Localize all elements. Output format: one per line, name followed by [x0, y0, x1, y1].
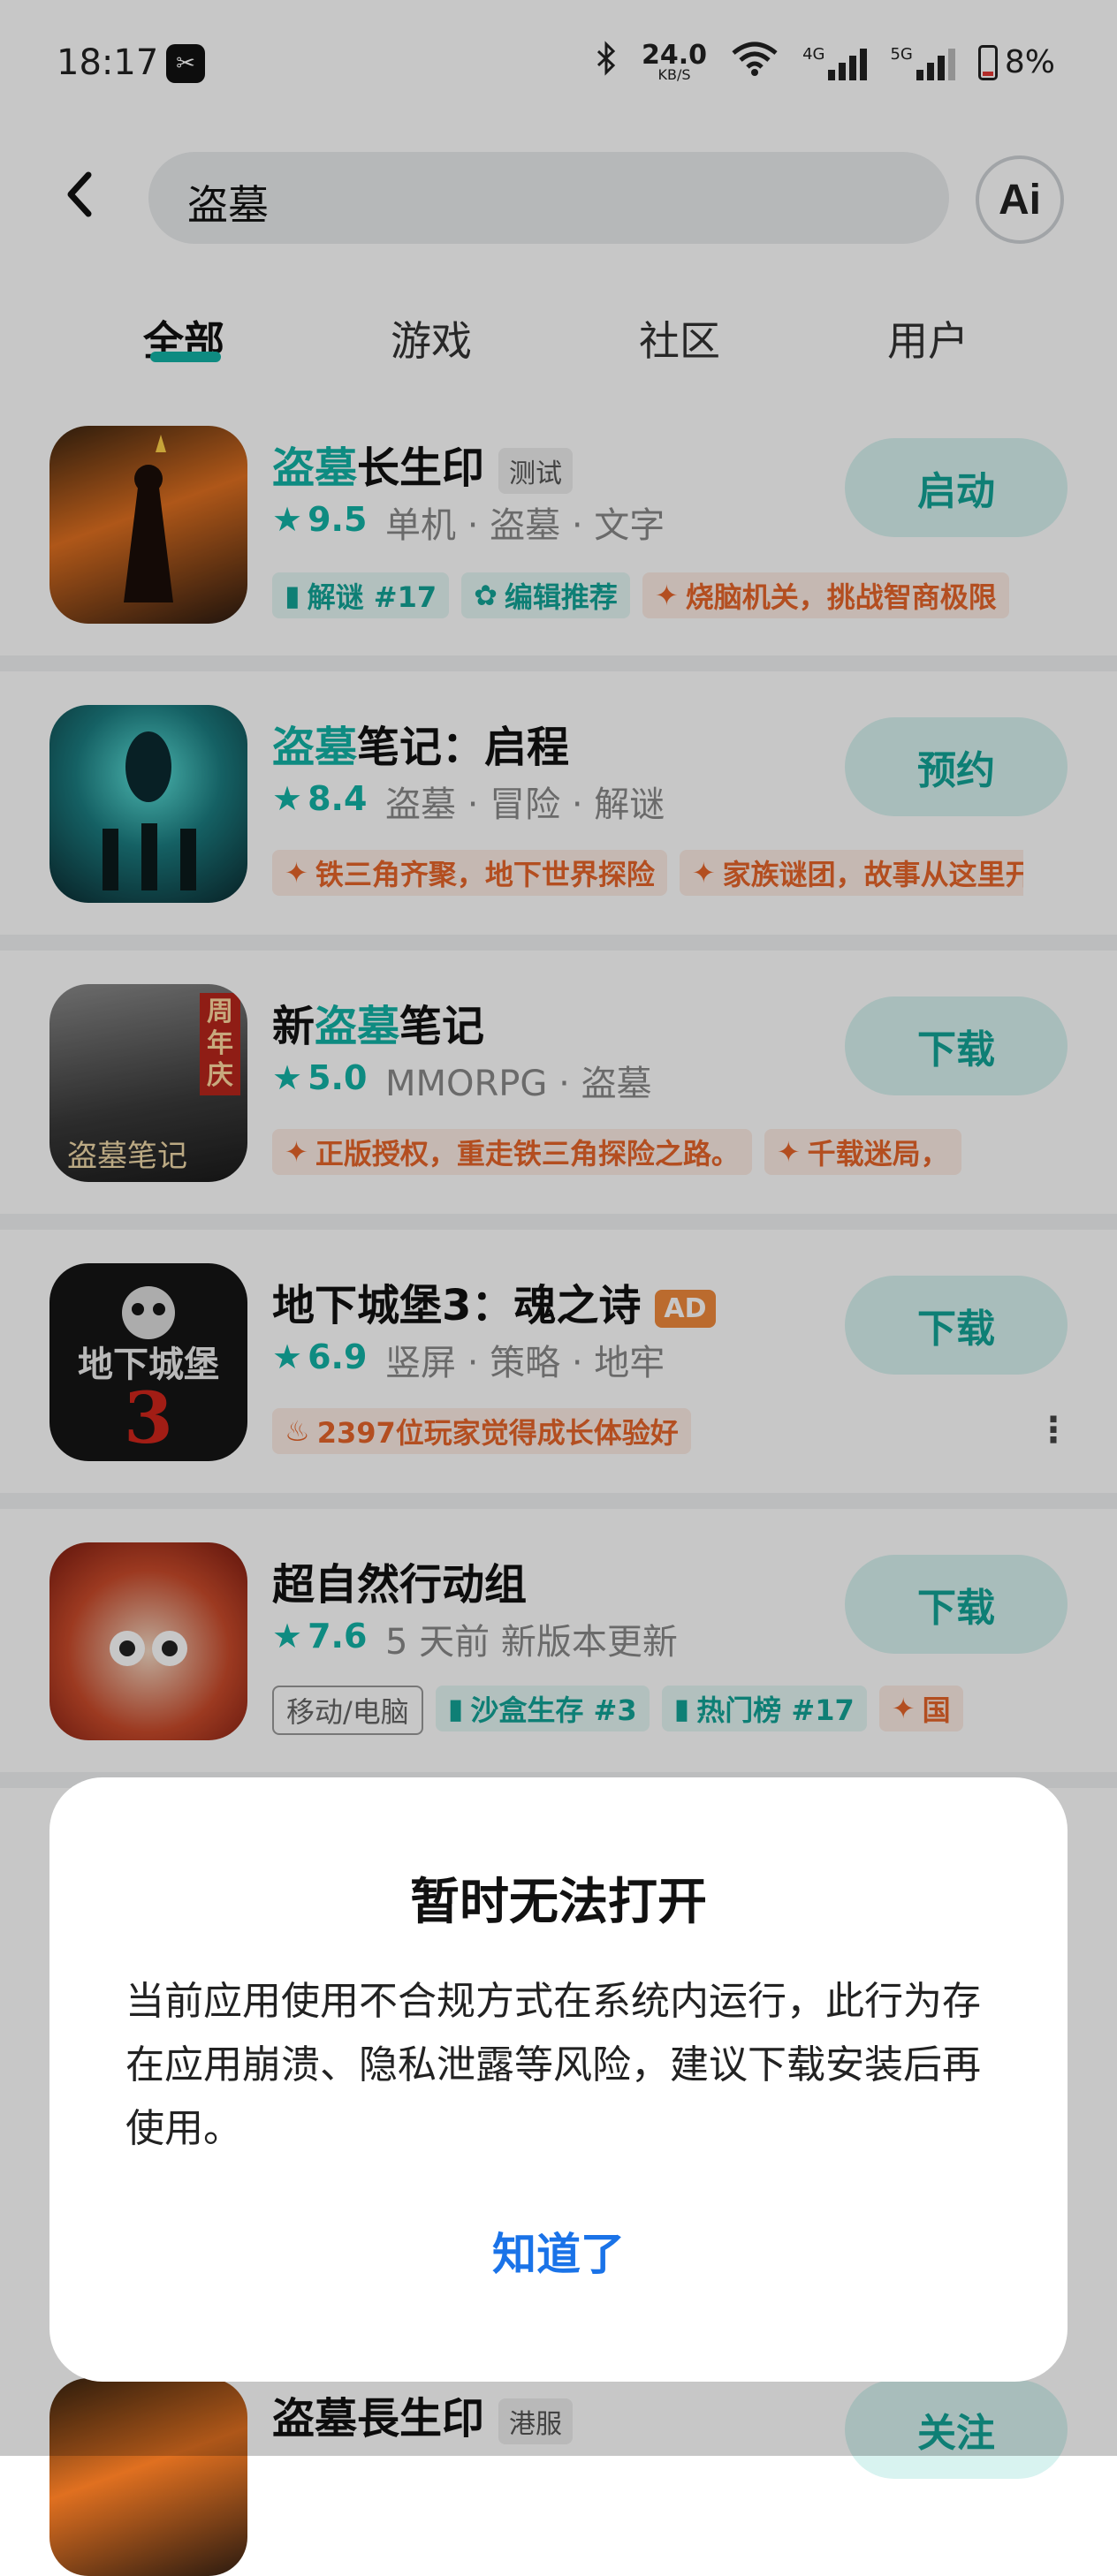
dialog-message: 当前应用使用不合规方式在系统内运行，此行为存在应用崩溃、隐私泄露等风险，建议下载…	[125, 1979, 981, 2151]
confirm-button[interactable]: 知道了	[49, 2219, 1068, 2283]
error-dialog: 暂时无法打开 当前应用使用不合规方式在系统内运行，此行为存在应用崩溃、隐私泄露等…	[49, 1777, 1068, 2382]
dialog-title: 暂时无法打开	[410, 1874, 707, 1931]
